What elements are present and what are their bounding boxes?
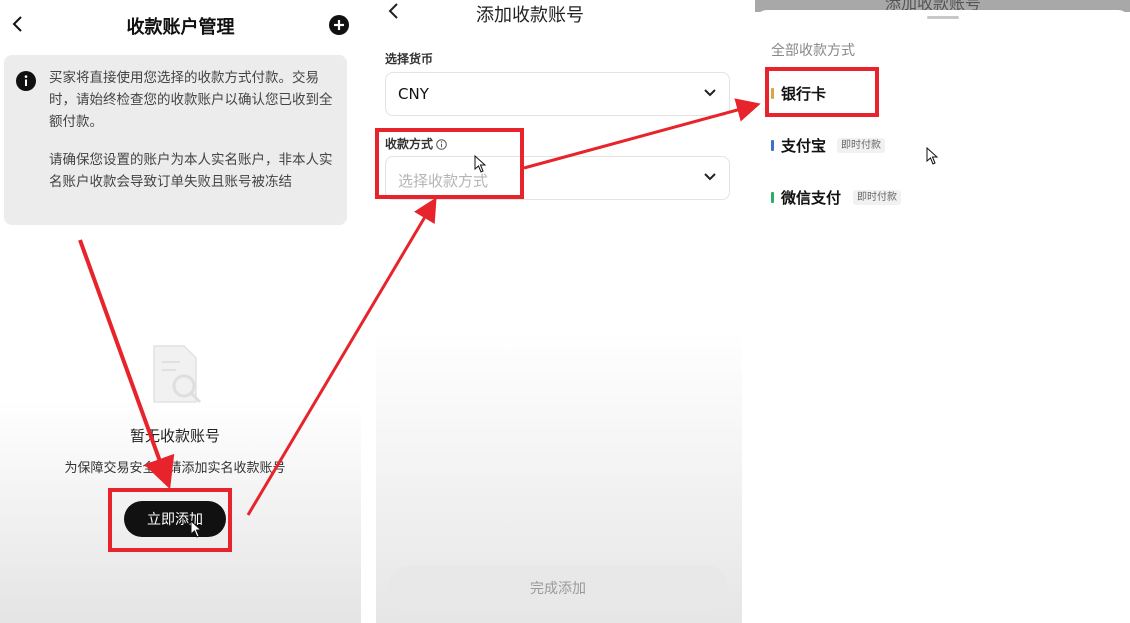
arrow-notice-to-button — [78, 239, 175, 490]
mouse-cursor-icon — [926, 147, 938, 165]
arrow-method-to-bank-card — [523, 98, 761, 170]
arrow-button-to-method — [246, 197, 437, 516]
mouse-cursor-icon — [190, 520, 202, 538]
annotation-arrows — [78, 98, 761, 516]
mouse-cursor-icon — [474, 155, 486, 173]
